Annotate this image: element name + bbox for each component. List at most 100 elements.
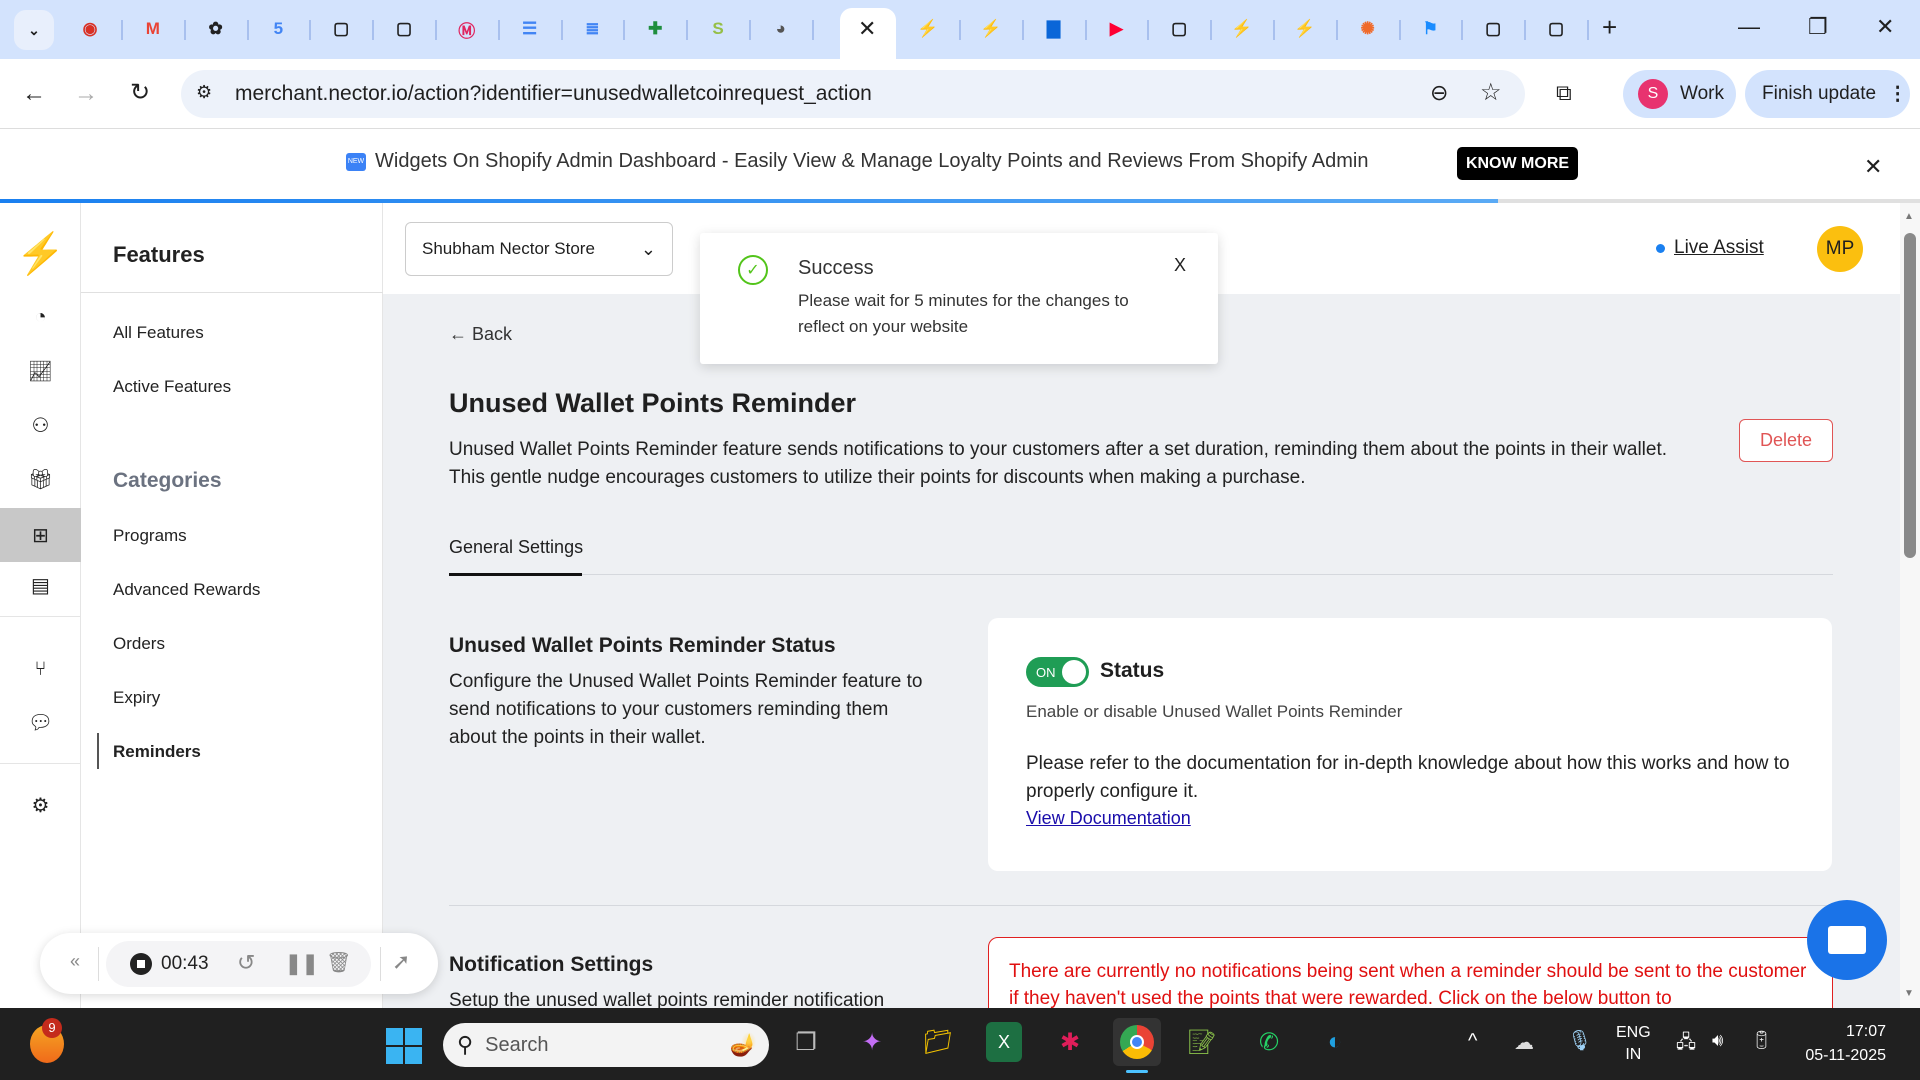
slack-icon[interactable]: ✱ [1050,1022,1090,1062]
sidebar-item-advanced-rewards[interactable]: Advanced Rewards [113,580,260,600]
copilot-icon[interactable]: ✦ [852,1022,892,1062]
menu-kebab-icon[interactable]: ⋮ [1888,83,1907,106]
scroll-down-icon[interactable]: ▼ [1904,988,1914,999]
m-logo-icon[interactable]: Ⓜ [452,14,482,44]
extensions-icon[interactable]: ⧉ [1556,80,1572,106]
toast-close-icon[interactable]: X [1174,255,1186,276]
square-icon[interactable]: ▢ [1478,14,1508,44]
tab-general-settings[interactable]: General Settings [449,537,583,558]
docs-icon[interactable]: ≣ [577,14,607,44]
user-avatar[interactable]: MP [1817,226,1863,272]
know-more-button[interactable]: KNOW MORE [1457,147,1578,180]
clock[interactable]: 17:07 05-11-2025 [1790,1020,1886,1068]
forward-nav-icon[interactable]: → [74,80,98,108]
scroll-thumb[interactable] [1904,233,1916,558]
status-toggle[interactable]: ON [1026,657,1089,687]
restart-icon[interactable]: ↺ [237,950,255,976]
calendar-icon[interactable]: 5 [263,14,293,44]
sidebar-item-all-features[interactable]: All Features [113,323,204,343]
bolt-icon[interactable]: ⚡ [913,14,943,44]
tab-separator [811,20,814,40]
bolt-icon[interactable]: ⚡ [1227,14,1257,44]
view-documentation-link[interactable]: View Documentation [1026,808,1191,829]
square-icon[interactable]: ▢ [1541,14,1571,44]
restore-icon[interactable]: ❐ [1808,14,1828,40]
store-selector[interactable]: Shubham Nector Store ⌄ [405,222,673,276]
customers-user-icon[interactable]: ⚇ [0,400,81,450]
pointer-cursor-icon[interactable]: ➚ [392,949,410,975]
features-grid-icon[interactable]: ⊞ [0,508,81,562]
pause-icon[interactable]: ❚❚ [285,951,319,976]
sidebar-item-orders[interactable]: Orders [113,634,165,654]
square-icon[interactable]: ▢ [389,14,419,44]
onedrive-cloud-icon[interactable]: ☁ [1514,1030,1534,1055]
minimize-icon[interactable]: — [1738,14,1760,40]
windows-start-icon[interactable] [386,1028,422,1064]
list-icon[interactable]: ☰ [515,14,545,44]
bolt-icon[interactable]: ⚡ [1290,14,1320,44]
site-info-icon[interactable]: ⚙ [196,82,212,103]
chrome-icon[interactable] [1113,1018,1161,1066]
square-icon[interactable]: ▢ [326,14,356,44]
back-link[interactable]: ← Back [449,324,512,345]
sidebar-item-reminders[interactable]: Reminders [113,742,201,762]
flag-icon[interactable]: ⚑ [1415,14,1445,44]
analytics-chart-icon[interactable]: 📈︎ [0,346,81,396]
delete-button[interactable]: Delete [1739,419,1833,462]
volume-icon[interactable]: 🔊︎ [1712,1030,1723,1051]
sidebar-item-programs[interactable]: Programs [113,526,187,546]
tray-chevron-up-icon[interactable]: ^ [1468,1030,1477,1053]
nector-logo-bolt-icon[interactable]: ⚡ [0,228,81,278]
sidebar-item-expiry[interactable]: Expiry [113,688,160,708]
excel-icon[interactable]: X [986,1022,1022,1062]
notepad-icon[interactable]: 📝︎ [1182,1022,1222,1062]
sidebar-item-active-features[interactable]: Active Features [113,377,231,397]
orange-logo-icon[interactable]: ✺ [1353,14,1383,44]
new-tab-icon[interactable]: + [1602,12,1617,43]
dashboard-pie-icon[interactable]: ◔ [0,292,81,342]
openai-icon[interactable]: ✿ [201,14,231,44]
taskbar-search-box[interactable]: ⚲ Search 🪔 [443,1023,769,1067]
microphone-icon[interactable]: 🎙︎ [1567,1028,1592,1053]
globe-icon[interactable]: ◕ [766,14,796,44]
layout-panel-icon[interactable]: ▤ [0,560,81,610]
banner-close-icon[interactable]: ✕ [1864,154,1882,180]
bolt-icon[interactable]: ⚡ [976,14,1006,44]
stop-record-icon[interactable] [130,953,152,975]
page-scrollbar[interactable]: ▲ ▼ [1900,203,1920,1008]
chat-tab-icon[interactable]: ▇ [1039,14,1069,44]
trash-icon[interactable]: 🗑︎ [326,950,351,975]
tab-search-chevron-icon[interactable]: ⌄ [14,10,54,50]
edge-icon[interactable]: ◐ [1315,1022,1355,1062]
messages-chat-icon[interactable]: 💬︎ [0,697,81,747]
live-assist-link[interactable]: Live Assist [1674,237,1764,259]
profile-chip[interactable]: S Work [1623,70,1736,118]
square-icon[interactable]: ▢ [1164,14,1194,44]
sheets-plus-icon[interactable]: ✚ [640,14,670,44]
close-window-icon[interactable]: ✕ [1876,14,1894,40]
language-indicator[interactable]: ENG IN [1616,1022,1651,1066]
file-explorer-icon[interactable]: 📁︎ [918,1022,958,1062]
back-nav-icon[interactable]: ← [22,80,46,108]
whatsapp-icon[interactable]: ✆ [1249,1022,1289,1062]
rewards-gift-icon[interactable]: 🎁︎ [0,454,81,504]
workflow-branch-icon[interactable]: ⑂ [0,644,81,694]
record-icon[interactable]: ◉ [75,14,105,44]
finish-update-button[interactable]: Finish update ⋮ [1745,70,1910,118]
gmail-icon[interactable]: M [138,14,168,44]
url-text[interactable]: merchant.nector.io/action?identifier=unu… [235,82,872,106]
task-view-icon[interactable]: ❐ [786,1022,826,1062]
reload-icon[interactable]: ↻ [130,78,150,107]
shopify-icon[interactable]: S [703,14,733,44]
youtube-icon[interactable]: ▶ [1101,14,1131,44]
network-icon[interactable]: 🖧 [1676,1030,1696,1060]
chat-widget-button[interactable] [1807,900,1887,980]
battery-icon[interactable]: 🔋︎ [1750,1030,1773,1051]
bookmark-star-icon[interactable]: ☆ [1480,78,1502,107]
settings-gear-icon[interactable]: ⚙ [0,780,81,830]
scroll-up-icon[interactable]: ▲ [1904,211,1914,222]
zoom-out-icon[interactable]: ⊖ [1430,80,1448,106]
active-tab[interactable]: ✕ [840,8,896,59]
collapse-chevrons-icon[interactable]: « [70,951,80,972]
close-tab-icon[interactable]: ✕ [858,16,876,42]
